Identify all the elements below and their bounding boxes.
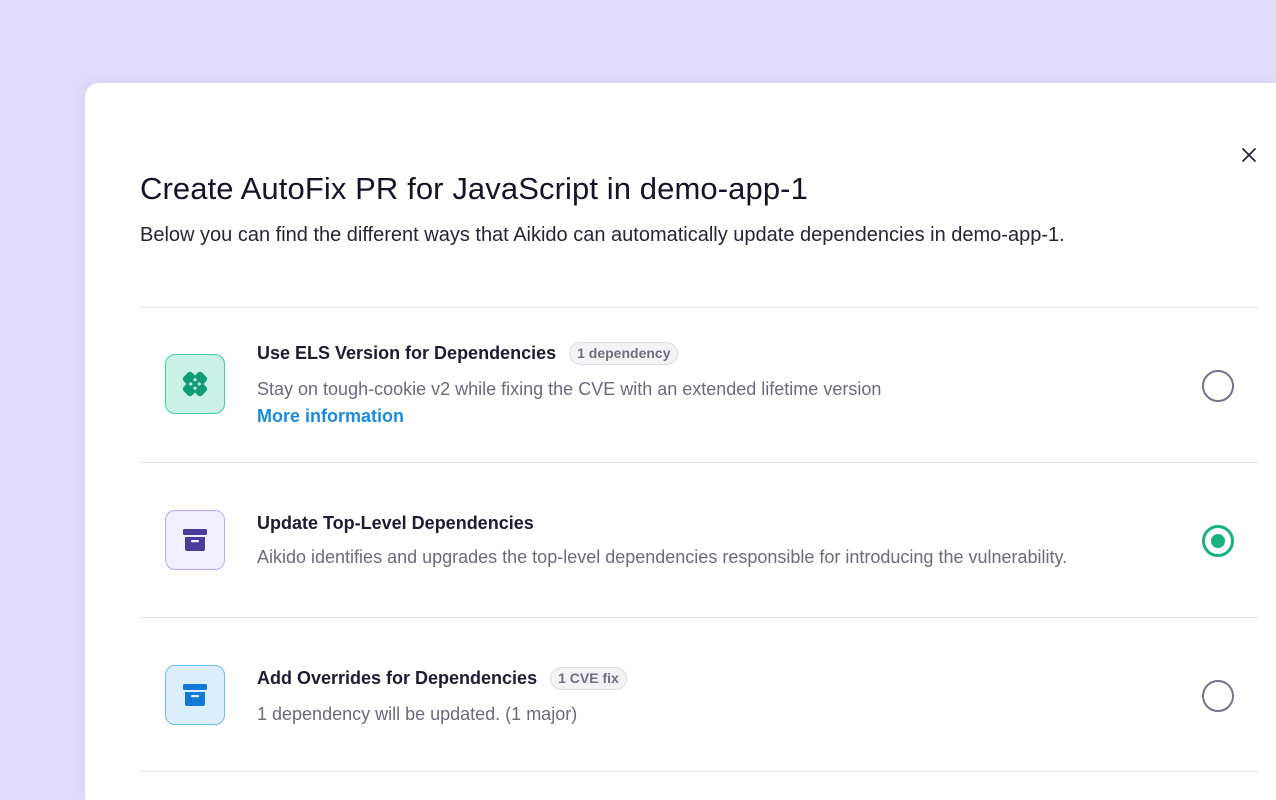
modal-subtitle: Below you can find the different ways th… bbox=[140, 224, 1065, 246]
option-radio-top-level[interactable] bbox=[1202, 525, 1234, 557]
option-els-version[interactable]: Use ELS Version for Dependencies 1 depen… bbox=[140, 307, 1258, 462]
option-title: Update Top-Level Dependencies bbox=[257, 513, 534, 533]
more-information-link[interactable]: More information bbox=[257, 406, 404, 427]
option-icon-tile bbox=[165, 354, 225, 414]
option-description: Stay on tough-cookie v2 while fixing the… bbox=[257, 379, 882, 399]
archive-box-icon bbox=[183, 684, 207, 706]
option-description: 1 dependency will be updated. (1 major) bbox=[257, 704, 578, 724]
close-button[interactable] bbox=[1238, 144, 1260, 166]
dependency-count-badge: 1 dependency bbox=[569, 342, 679, 365]
archive-box-icon bbox=[183, 529, 207, 551]
autofix-modal: Create AutoFix PR for JavaScript in demo… bbox=[85, 83, 1276, 800]
option-top-level-deps[interactable]: Update Top-Level Dependencies Aikido ide… bbox=[140, 462, 1258, 617]
cve-fix-badge: 1 CVE fix bbox=[550, 667, 627, 690]
radio-selected-dot bbox=[1211, 534, 1225, 548]
modal-title: Create AutoFix PR for JavaScript in demo… bbox=[140, 171, 808, 206]
option-radio-overrides[interactable] bbox=[1202, 680, 1234, 712]
option-radio-els[interactable] bbox=[1202, 370, 1234, 402]
option-title: Add Overrides for Dependencies bbox=[257, 668, 538, 688]
option-description: Aikido identifies and upgrades the top-l… bbox=[257, 547, 1068, 567]
option-icon-tile bbox=[165, 510, 225, 570]
option-overrides[interactable]: Add Overrides for Dependencies 1 CVE fix… bbox=[140, 617, 1258, 772]
close-icon bbox=[1242, 148, 1256, 162]
fix-options-list: Use ELS Version for Dependencies 1 depen… bbox=[140, 307, 1258, 772]
option-title-row: Add Overrides for Dependencies 1 CVE fix bbox=[257, 667, 627, 690]
option-title: Use ELS Version for Dependencies bbox=[257, 343, 557, 363]
option-title-row: Use ELS Version for Dependencies 1 depen… bbox=[257, 342, 679, 365]
option-title-row: Update Top-Level Dependencies bbox=[257, 513, 534, 534]
bandage-icon bbox=[182, 371, 208, 397]
option-icon-tile bbox=[165, 665, 225, 725]
